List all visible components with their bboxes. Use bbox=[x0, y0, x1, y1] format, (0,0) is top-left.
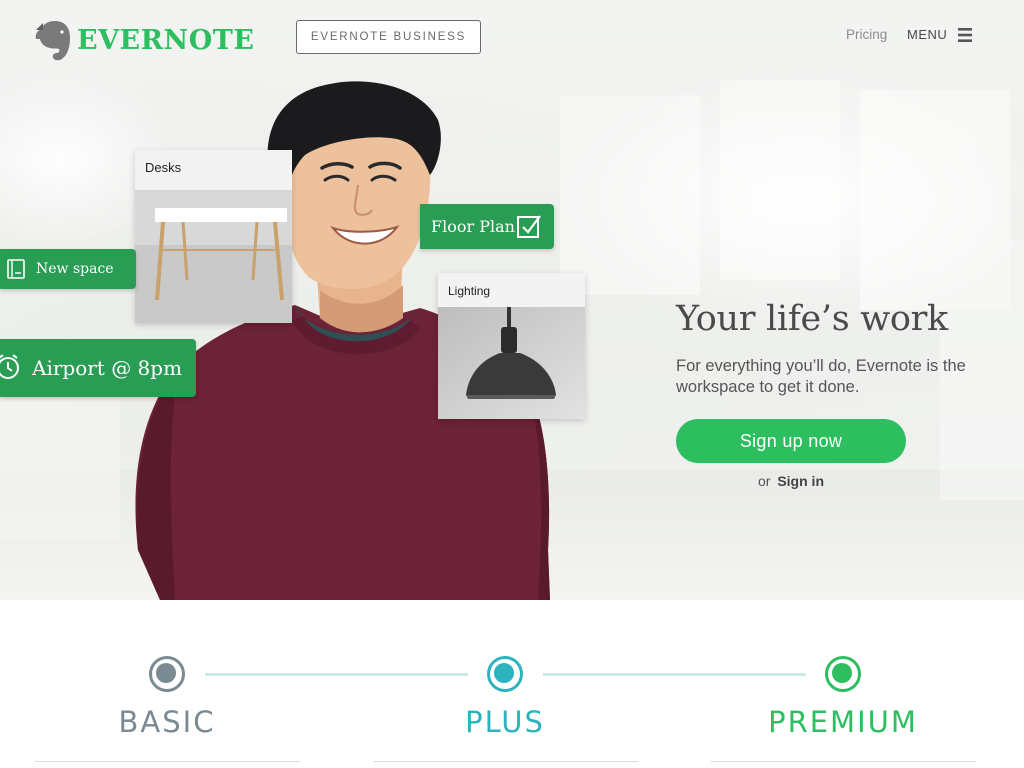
desk-photo bbox=[135, 150, 292, 323]
pricing-link[interactable]: Pricing bbox=[846, 27, 887, 42]
sign-in-line: or Sign in bbox=[676, 473, 906, 489]
desks-card: Desks bbox=[135, 150, 292, 323]
site-header: EVERNOTE EVERNOTE BUSINESS Pricing MENU bbox=[0, 0, 1024, 78]
plan-premium-name[interactable]: PREMIUM bbox=[708, 705, 978, 739]
hamburger-menu-icon bbox=[958, 27, 973, 42]
logo-wordmark: EVERNOTE bbox=[77, 24, 255, 56]
desks-card-title: Desks bbox=[145, 160, 182, 175]
hero-subtitle: For everything you’ll do, Evernote is th… bbox=[676, 357, 966, 396]
sign-up-button[interactable]: Sign up now bbox=[676, 419, 906, 463]
checkbox-checked-icon bbox=[517, 215, 541, 238]
plan-divider bbox=[373, 761, 638, 762]
new-space-tag: New space bbox=[0, 249, 136, 289]
plan-connector-line bbox=[205, 673, 468, 676]
plan-plus-name[interactable]: PLUS bbox=[370, 705, 640, 739]
menu-button[interactable]: MENU bbox=[907, 27, 973, 42]
evernote-logo[interactable]: EVERNOTE bbox=[35, 18, 254, 62]
elephant-logo-icon bbox=[35, 21, 70, 61]
sign-in-prefix: or bbox=[757, 473, 771, 489]
plan-divider bbox=[711, 761, 976, 762]
plans-section: BASIC PLUS PREMIUM bbox=[0, 600, 1024, 768]
plan-plus-dot[interactable] bbox=[487, 656, 523, 692]
lighting-card: Lighting bbox=[438, 273, 585, 419]
plan-connector-line bbox=[543, 673, 806, 676]
evernote-homepage: Desks Lighting Floor Plan New space Airp… bbox=[0, 0, 1024, 768]
evernote-business-button[interactable]: EVERNOTE BUSINESS bbox=[296, 20, 481, 54]
sign-in-link[interactable]: Sign in bbox=[777, 473, 824, 489]
floor-plan-label: Floor Plan bbox=[431, 217, 515, 236]
notebook-icon bbox=[7, 259, 25, 279]
lighting-card-title: Lighting bbox=[448, 284, 491, 298]
plan-basic-dot[interactable] bbox=[149, 656, 185, 692]
plan-basic-name[interactable]: BASIC bbox=[32, 705, 302, 739]
hero-title: Your life’s work bbox=[676, 299, 948, 339]
airport-reminder-label: Airport @ 8pm bbox=[32, 356, 183, 380]
alarm-clock-icon bbox=[0, 354, 19, 379]
menu-label: MENU bbox=[907, 27, 948, 42]
plan-divider bbox=[35, 761, 300, 762]
hero-section: Desks Lighting Floor Plan New space Airp… bbox=[0, 0, 1024, 600]
new-space-label: New space bbox=[36, 261, 114, 277]
plan-premium-dot[interactable] bbox=[825, 656, 861, 692]
floor-plan-tag: Floor Plan bbox=[420, 204, 554, 249]
airport-reminder-tag: Airport @ 8pm bbox=[0, 339, 196, 397]
